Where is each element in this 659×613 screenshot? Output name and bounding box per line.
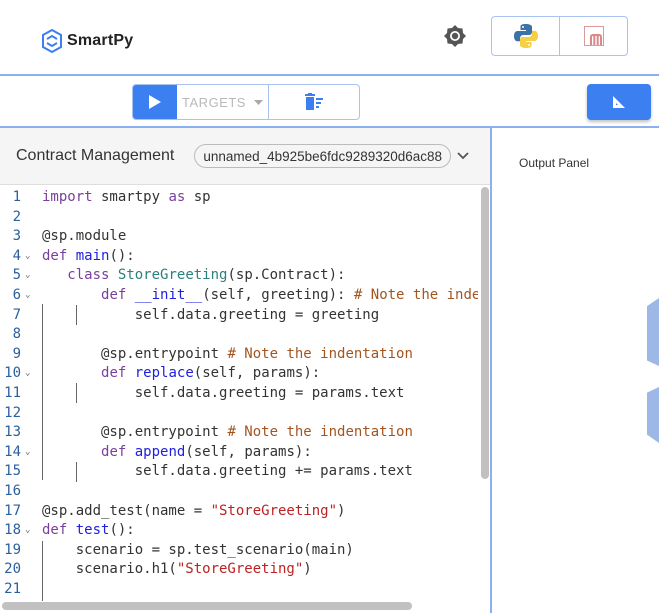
code-text: self.data.greeting = params.text	[42, 385, 405, 401]
line-number: 6	[12, 287, 21, 303]
line-number: 10	[4, 365, 21, 382]
vertical-scrollbar[interactable]	[481, 187, 489, 479]
code-text: scenario = sp.test_scenario(main)	[42, 541, 354, 558]
line-number: 19	[4, 541, 21, 558]
gear-icon[interactable]	[443, 24, 467, 48]
output-panel-title: Output Panel	[519, 156, 590, 170]
code-line[interactable]: 4 ⌄ def main():	[0, 247, 478, 267]
code-text: @sp.entrypoint # Note the indentation	[42, 424, 413, 441]
code-line[interactable]: 3 @sp.module	[0, 227, 478, 247]
code-text: @sp.add_test(name = "StoreGreeting")	[42, 502, 346, 519]
michelson-language-button[interactable]	[559, 17, 627, 55]
language-switch	[491, 16, 628, 56]
fold-chevron-icon[interactable]: ⌄	[25, 443, 30, 463]
line-number: 7	[12, 306, 21, 323]
code-text: def test():	[42, 522, 135, 539]
header: SmartPy	[0, 0, 659, 76]
line-number: 9	[12, 345, 21, 362]
code-editor[interactable]: 1 import smartpy as sp 2 3 @sp.module 4 ⌄ def m…	[0, 185, 490, 613]
smartpy-logo-icon	[42, 29, 62, 53]
contract-selector[interactable]: unnamed_4b925be6fdc9289320d6ac88	[194, 144, 452, 168]
decorative-hexagon-shape	[647, 298, 659, 366]
code-line[interactable]: 12	[0, 404, 478, 424]
code-text: def __init__(self, greeting): # Note the…	[101, 287, 478, 303]
line-number: 17	[4, 502, 21, 519]
ruler-icon	[613, 96, 625, 108]
fold-chevron-icon[interactable]: ⌄	[25, 521, 30, 541]
code-text: @sp.module	[42, 228, 127, 245]
code-line[interactable]: 20 scenario.h1("StoreGreeting")	[0, 560, 478, 580]
code-line[interactable]: 18 ⌄ def test():	[0, 521, 478, 541]
fold-chevron-icon[interactable]: ⌄	[25, 266, 30, 286]
run-button-group: TARGETS	[132, 84, 360, 120]
code-text: def main():	[42, 247, 135, 264]
line-number: 13	[4, 424, 21, 441]
code-text: self.data.greeting = greeting	[42, 306, 380, 323]
code-line[interactable]: 14 ⌄ def append(self, params):	[0, 443, 478, 463]
caret-down-icon	[253, 99, 263, 105]
line-number: 1	[12, 189, 21, 205]
line-number: 21	[4, 581, 21, 597]
line-number: 15	[4, 463, 21, 480]
code-line[interactable]: 17 @sp.add_test(name = "StoreGreeting")	[0, 502, 478, 522]
code-text: def replace(self, params):	[101, 365, 321, 382]
code-text: class StoreGreeting(sp.Contract):	[67, 267, 346, 284]
code-line[interactable]: 15 self.data.greeting += params.text	[0, 462, 478, 482]
python-language-button[interactable]	[492, 17, 559, 55]
code-text: scenario.h1("StoreGreeting")	[42, 561, 312, 578]
line-number: 11	[4, 385, 21, 401]
fold-chevron-icon[interactable]: ⌄	[25, 247, 30, 267]
line-number: 2	[12, 208, 21, 225]
chevron-down-icon[interactable]	[457, 152, 469, 160]
code-line[interactable]: 6 ⌄ def __init__(self, greeting): # Note …	[0, 286, 478, 306]
contract-name: unnamed_4b925be6fdc9289320d6ac88	[203, 148, 443, 164]
code-line[interactable]: 10 ⌄ def replace(self, params):	[0, 364, 478, 384]
clear-output-icon	[305, 93, 323, 110]
code-line[interactable]: 2	[0, 208, 478, 228]
line-number: 5	[12, 267, 21, 284]
code-line[interactable]: 7 self.data.greeting = greeting	[0, 306, 478, 326]
code-text: self.data.greeting += params.text	[42, 463, 413, 480]
horizontal-scrollbar[interactable]	[2, 602, 412, 610]
line-number: 20	[4, 561, 21, 578]
line-number: 3	[12, 228, 21, 245]
code-line[interactable]: 1 import smartpy as sp	[0, 188, 478, 208]
line-number: 4	[12, 247, 21, 264]
targets-dropdown[interactable]: TARGETS	[177, 85, 269, 119]
line-number: 12	[4, 404, 21, 421]
code-line[interactable]: 16	[0, 482, 478, 502]
code-text: def append(self, params):	[101, 443, 312, 460]
code-line[interactable]: 13 @sp.entrypoint # Note the indentation	[0, 423, 478, 443]
code-line[interactable]: 5 ⌄ class StoreGreeting(sp.Contract):	[0, 266, 478, 286]
ruler-button[interactable]	[587, 84, 651, 120]
michelson-icon	[583, 26, 604, 46]
line-number: 16	[4, 483, 21, 499]
line-number: 18	[4, 522, 21, 539]
targets-label: TARGETS	[182, 94, 246, 110]
contract-management-title: Contract Management	[16, 147, 175, 164]
code-line[interactable]: 9 @sp.entrypoint # Note the indentation	[0, 345, 478, 365]
clear-output-button[interactable]	[269, 85, 359, 119]
brand-name: SmartPy	[67, 32, 134, 49]
fold-chevron-icon[interactable]: ⌄	[25, 286, 30, 306]
run-button[interactable]	[133, 85, 177, 119]
contract-management-bar: Contract Management unnamed_4b925be6fdc9…	[0, 128, 490, 185]
editor-panel: Contract Management unnamed_4b925be6fdc9…	[0, 128, 492, 613]
toolbar: TARGETS	[0, 76, 659, 128]
code-line[interactable]: 11 self.data.greeting = params.text	[0, 384, 478, 404]
python-icon	[513, 24, 538, 48]
code-text: @sp.entrypoint # Note the indentation	[42, 345, 413, 362]
code-text: import smartpy as sp	[42, 189, 211, 205]
smartpy-logo[interactable]: SmartPy	[41, 29, 133, 53]
line-number: 14	[4, 443, 21, 460]
play-icon	[149, 95, 161, 109]
code-line[interactable]: 21	[0, 580, 478, 600]
decorative-hexagon-shape	[647, 387, 659, 443]
code-line[interactable]: 8	[0, 325, 478, 345]
fold-chevron-icon[interactable]: ⌄	[25, 364, 30, 384]
code-line[interactable]: 19 scenario = sp.test_scenario(main)	[0, 541, 478, 561]
line-number: 8	[12, 326, 21, 343]
